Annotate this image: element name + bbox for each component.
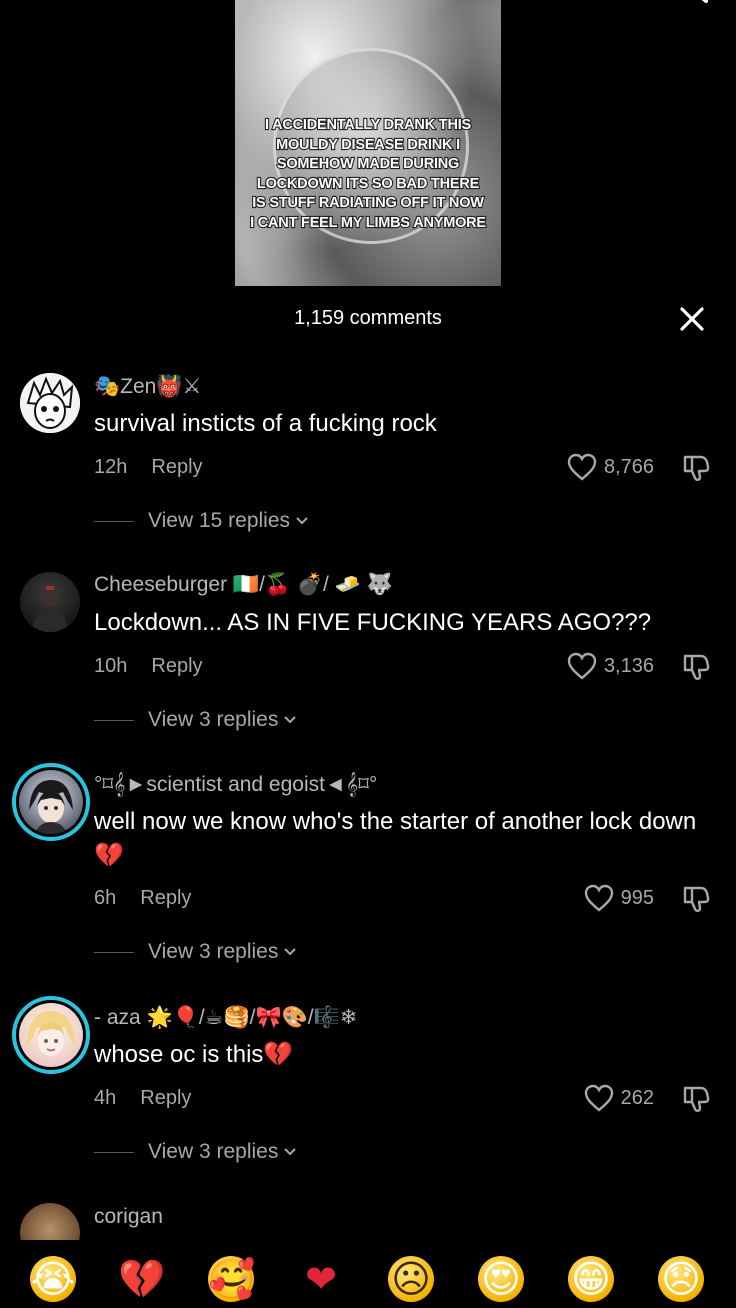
reply-button[interactable]: Reply	[151, 456, 202, 478]
reply-button[interactable]: Reply	[140, 887, 191, 909]
dislike-icon[interactable]	[681, 652, 711, 682]
comments-count-title: 1,159 comments	[294, 307, 442, 329]
comment-time: 4h	[94, 1087, 117, 1109]
heart-icon	[584, 884, 613, 912]
comment-username[interactable]: °⌑𝄞►scientist and egoist◄𝄞⌑°	[94, 772, 377, 797]
comment-username[interactable]: corigan	[94, 1205, 163, 1229]
heart-icon	[567, 453, 597, 481]
avatar[interactable]	[12, 996, 90, 1074]
like-count: 8,766	[603, 455, 654, 478]
view-replies-button[interactable]: View 3 replies	[94, 708, 298, 732]
comment-username[interactable]: - aza 🌟🎈/☕🥞/🎀🎨/🎼❄	[94, 1005, 357, 1030]
comment-meta: 12h Reply	[94, 456, 203, 479]
comment-meta: 4h Reply	[94, 1087, 191, 1110]
comment-text: Lockdown... AS IN FIVE FUCKING YEARS AGO…	[94, 609, 652, 636]
grinning-emoji-icon[interactable]: 😁	[568, 1256, 614, 1302]
heart-eyes-emoji-icon[interactable]: 😍	[478, 1256, 524, 1302]
emoji-reaction-bar: 😭 💔 🥰 ❤ ☹ 😍 😁 😞	[0, 1240, 736, 1308]
avatar[interactable]	[12, 763, 90, 841]
heart-icon	[567, 652, 597, 680]
comment-item: corigan	[0, 1200, 736, 1240]
broken-heart-emoji-icon[interactable]: 💔	[118, 1256, 165, 1302]
divider-line	[94, 719, 134, 721]
comment-text: whose oc is this💔	[94, 1041, 294, 1068]
comment-item: Cheeseburger 🇮🇪/🍒 💣/ 🧈 🐺 Lockdown... AS …	[0, 570, 736, 740]
anime-avatar-icon	[20, 373, 80, 433]
dislike-icon[interactable]	[681, 884, 711, 914]
loudly-crying-emoji-icon[interactable]: 😭	[30, 1256, 76, 1302]
comment-time: 12h	[94, 456, 128, 478]
avatar[interactable]	[20, 373, 80, 433]
view-replies-button[interactable]: View 3 replies	[94, 1140, 298, 1164]
video-caption: I ACCIDENTALLY DRANK THIS MOULDY DISEASE…	[249, 116, 487, 232]
person-avatar-icon	[32, 586, 68, 632]
anime-avatar-icon	[29, 780, 73, 834]
frowning-emoji-icon[interactable]: ☹	[388, 1256, 434, 1302]
anime-avatar-icon	[27, 1011, 75, 1056]
chevron-down-icon	[284, 1148, 297, 1156]
dislike-icon[interactable]	[681, 1084, 711, 1114]
like-count: 995	[620, 886, 654, 909]
video-thumbnail[interactable]: I ACCIDENTALLY DRANK THIS MOULDY DISEASE…	[235, 0, 501, 286]
avatar-image	[19, 1003, 83, 1067]
disappointed-emoji-icon[interactable]: 😞	[658, 1256, 704, 1302]
view-replies-label: View 15 replies	[148, 509, 291, 532]
like-count: 262	[620, 1086, 654, 1109]
heart-icon	[584, 1084, 613, 1112]
comment-username[interactable]: Cheeseburger 🇮🇪/🍒 💣/ 🧈 🐺	[94, 573, 393, 597]
comment-time: 6h	[94, 887, 117, 909]
comment-item: 🎭Zen👹⚔ survival insticts of a fucking ro…	[0, 370, 736, 540]
view-replies-button[interactable]: View 15 replies	[94, 509, 310, 533]
red-heart-emoji-icon[interactable]: ❤	[298, 1256, 344, 1302]
comment-text: survival insticts of a fucking rock	[94, 410, 437, 437]
comment-time: 10h	[94, 655, 128, 677]
comment-text: well now we know who's the starter of an…	[94, 808, 697, 869]
chevron-down-icon	[284, 716, 297, 724]
view-replies-label: View 3 replies	[148, 708, 279, 731]
chevron-down-icon	[296, 517, 308, 525]
view-replies-label: View 3 replies	[148, 940, 279, 963]
avatar[interactable]	[20, 1203, 80, 1240]
like-count: 3,136	[603, 654, 654, 677]
avatar[interactable]	[20, 572, 80, 632]
close-icon[interactable]	[676, 303, 708, 335]
like-button[interactable]: 995	[584, 884, 654, 912]
like-button[interactable]: 3,136	[567, 652, 654, 680]
search-icon[interactable]	[668, 0, 712, 16]
divider-line	[94, 1151, 134, 1153]
reply-button[interactable]: Reply	[140, 1087, 191, 1109]
avatar-image	[19, 770, 83, 834]
divider-line	[94, 520, 134, 522]
chevron-down-icon	[284, 948, 297, 956]
view-replies-button[interactable]: View 3 replies	[94, 940, 298, 964]
comment-meta: 6h Reply	[94, 887, 191, 910]
dislike-icon[interactable]	[681, 453, 711, 483]
like-button[interactable]: 8,766	[567, 453, 654, 481]
comment-username[interactable]: 🎭Zen👹⚔	[94, 374, 201, 399]
comment-item: °⌑𝄞►scientist and egoist◄𝄞⌑° well now we…	[0, 763, 736, 968]
comment-meta: 10h Reply	[94, 655, 203, 678]
comment-item: - aza 🌟🎈/☕🥞/🎀🎨/🎼❄ whose oc is this💔 4h Re…	[0, 996, 736, 1171]
like-button[interactable]: 262	[584, 1084, 654, 1112]
reply-button[interactable]: Reply	[151, 655, 202, 677]
divider-line	[94, 951, 134, 953]
smiling-hearts-emoji-icon[interactable]: 🥰	[208, 1256, 255, 1302]
view-replies-label: View 3 replies	[148, 1140, 279, 1163]
